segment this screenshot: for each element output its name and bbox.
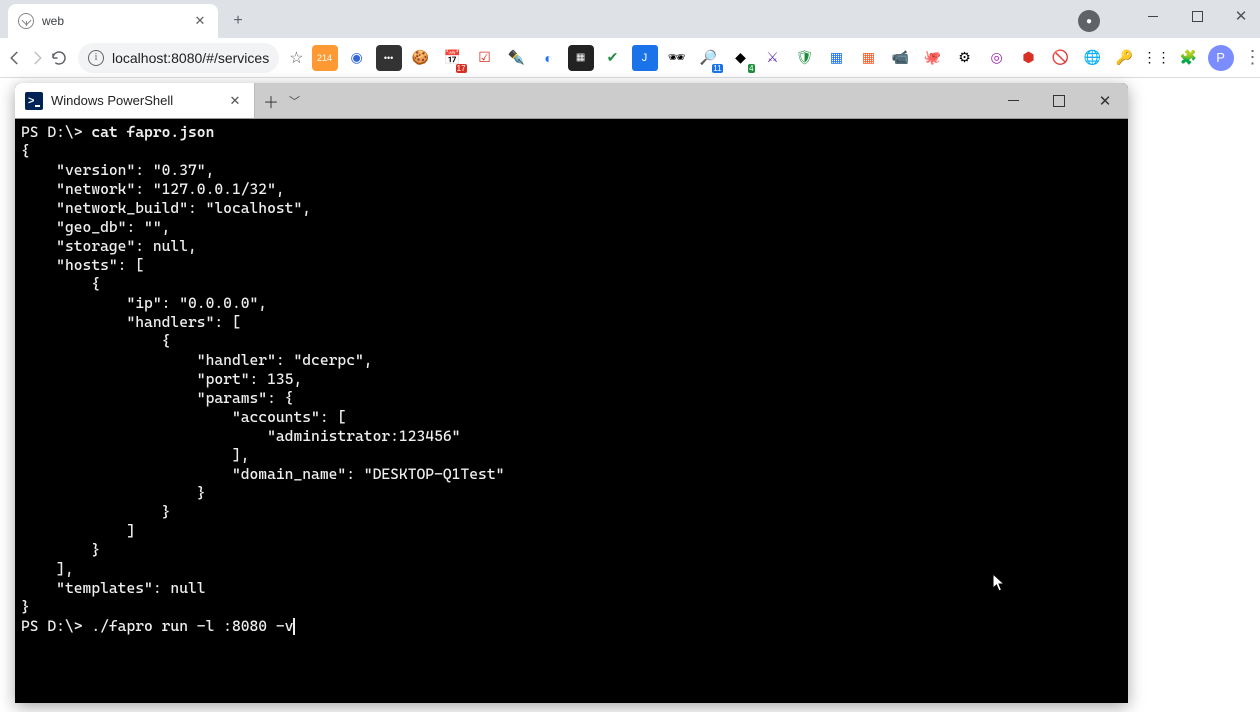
extension-icon[interactable]: ▦ (856, 45, 882, 71)
extension-icon[interactable]: ⚔ (760, 45, 786, 71)
extensions-row: 214 ◉ ••• 🍪 📅17 ☑ ✒️ ◐ ▦ ✔ J 🕶 🔎11 ◆4 ⚔ … (312, 45, 1260, 71)
terminal-prompt: PS D:\> (21, 123, 91, 141)
extension-icon[interactable]: ••• (376, 45, 402, 71)
terminal-close-button[interactable]: ✕ (1082, 83, 1128, 118)
terminal-window: Windows PowerShell ✕ ＋ ﹀ ✕ PS D:\> cat f… (15, 83, 1128, 703)
terminal-body[interactable]: PS D:\> cat fapro.json { "version": "0.3… (15, 119, 1128, 703)
chrome-minimize-button[interactable] (1138, 4, 1168, 28)
extension-icon[interactable]: ⚙ (952, 45, 978, 71)
extension-icon[interactable]: 📹 (888, 45, 914, 71)
terminal-command: cat fapro.json (91, 123, 214, 141)
chrome-menu-button[interactable]: ⋮ (1240, 47, 1260, 68)
extension-icon[interactable]: ▦ (824, 45, 850, 71)
extension-icon[interactable]: 🔑 (1112, 45, 1138, 71)
address-bar[interactable]: i localhost:8080/#/services (78, 43, 279, 73)
terminal-titlebar[interactable]: Windows PowerShell ✕ ＋ ﹀ ✕ (15, 83, 1128, 119)
extension-icon[interactable]: 🐙 (920, 45, 946, 71)
terminal-tab-close-icon[interactable]: ✕ (226, 92, 244, 110)
chrome-tab-close-icon[interactable]: ✕ (192, 13, 208, 29)
extensions-menu-icon[interactable]: 🧩 (1176, 45, 1202, 71)
extension-icon[interactable]: 🕶 (664, 45, 690, 71)
chrome-tab[interactable]: web ✕ (8, 4, 218, 38)
chrome-maximize-button[interactable] (1182, 4, 1212, 28)
terminal-tab-title: Windows PowerShell (51, 93, 218, 108)
terminal-prompt: PS D:\> (21, 617, 91, 635)
extension-icon[interactable]: ◉ (344, 45, 370, 71)
extension-icon[interactable]: 🍪 (408, 45, 434, 71)
terminal-command: ./fapro run -l :8080 -v (91, 617, 293, 635)
site-info-icon[interactable]: i (88, 50, 104, 66)
extension-icon[interactable]: ▦ (568, 45, 594, 71)
terminal-tab[interactable]: Windows PowerShell ✕ (15, 83, 255, 118)
globe-icon (18, 13, 34, 29)
extension-icon[interactable]: 🔎11 (696, 45, 722, 71)
chrome-tab-title: web (42, 14, 192, 28)
powershell-icon (25, 92, 43, 110)
extension-icon[interactable]: J (632, 45, 658, 71)
chrome-toolbar: i localhost:8080/#/services ☆ 214 ◉ ••• … (0, 38, 1260, 78)
profile-avatar[interactable]: P (1208, 45, 1234, 71)
extension-icon[interactable]: 🌐 (1080, 45, 1106, 71)
mouse-cursor-icon (939, 554, 953, 574)
reload-button[interactable] (50, 42, 68, 74)
terminal-new-tab-button[interactable]: ＋ (263, 89, 279, 113)
terminal-tab-actions: ＋ ﹀ (255, 83, 308, 118)
extension-icon[interactable]: ✔ (600, 45, 626, 71)
chrome-new-tab-button[interactable]: + (224, 7, 252, 35)
terminal-cursor (293, 618, 295, 635)
chrome-account-icon[interactable]: ● (1078, 10, 1100, 32)
terminal-maximize-button[interactable] (1036, 83, 1082, 118)
chrome-titlebar: web ✕ + ● ✕ (0, 0, 1260, 38)
extension-icon[interactable]: ✒️ (504, 45, 530, 71)
extension-icon[interactable]: 📅17 (440, 45, 466, 71)
terminal-window-controls: ✕ (990, 83, 1128, 118)
terminal-dropdown-icon[interactable]: ﹀ (289, 93, 300, 109)
chrome-close-button[interactable]: ✕ (1226, 4, 1256, 28)
extension-icon[interactable]: ◆4 (728, 45, 754, 71)
address-text: localhost:8080/#/services (112, 50, 269, 66)
extension-icon[interactable]: 🛡 (792, 45, 818, 71)
extension-icon[interactable]: 214 (312, 45, 338, 71)
extension-icon[interactable]: ⋮⋮ (1144, 45, 1170, 71)
chrome-window-controls: ● ✕ (1138, 4, 1256, 28)
back-button[interactable] (6, 42, 24, 74)
extension-icon[interactable]: ◐ (536, 45, 562, 71)
extension-icon[interactable]: ◎ (984, 45, 1010, 71)
extension-icon[interactable]: ⬢ (1016, 45, 1042, 71)
forward-button[interactable] (28, 42, 46, 74)
extension-icon[interactable]: 🚫 (1048, 45, 1074, 71)
bookmark-star-icon[interactable]: ☆ (289, 48, 303, 68)
extension-icon[interactable]: ☑ (472, 45, 498, 71)
terminal-output: { "version": "0.37", "network": "127.0.0… (21, 142, 504, 616)
terminal-minimize-button[interactable] (990, 83, 1036, 118)
